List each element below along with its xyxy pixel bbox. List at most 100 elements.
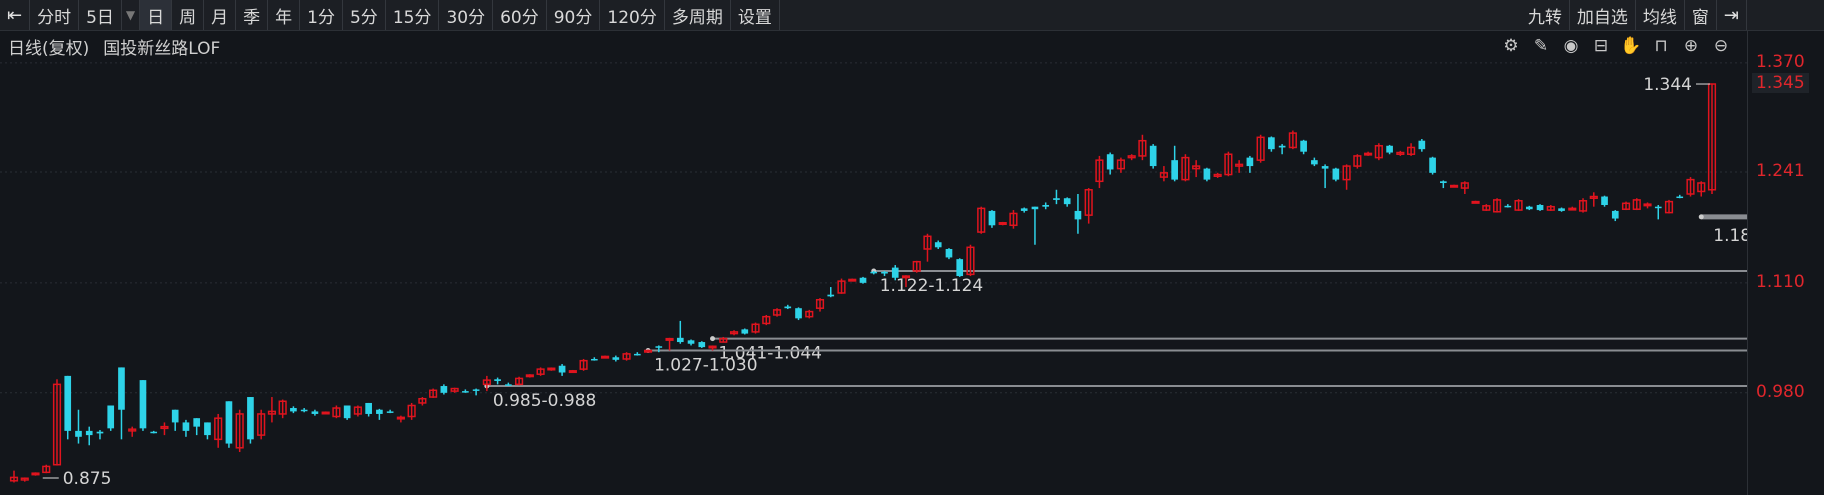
candle-up <box>1364 152 1373 156</box>
candle-down <box>1246 157 1254 167</box>
price-tick-label: 1.370 <box>1756 51 1805 72</box>
price-axis: 1.370 1.345 1.241 1.110 0.980 <box>1747 31 1824 495</box>
candle-down <box>225 401 233 444</box>
candle-down <box>290 408 297 412</box>
candle-up <box>1449 184 1459 188</box>
candle-down <box>247 397 254 440</box>
candle-down <box>343 405 351 419</box>
candle-up <box>708 345 717 349</box>
candle-up <box>31 472 40 476</box>
candle-down <box>655 346 663 348</box>
candle-down <box>945 248 953 258</box>
candle-up <box>998 222 1007 226</box>
candle-down <box>934 242 942 248</box>
candle-down <box>870 271 878 274</box>
candle-up <box>901 275 911 279</box>
level-label: 0.985-0.988 <box>493 391 596 411</box>
candle-up <box>396 416 405 420</box>
candle-down <box>633 353 641 356</box>
candle-down <box>859 277 867 283</box>
candle-down <box>956 259 964 277</box>
candle-down <box>440 386 448 393</box>
candle-down <box>1439 181 1447 183</box>
candle-down <box>1063 198 1071 205</box>
candle-down <box>1042 204 1050 207</box>
candle-down <box>891 267 899 278</box>
candle-down <box>1171 160 1178 180</box>
candle-down <box>118 367 125 410</box>
candle-down <box>1311 160 1318 165</box>
price-tick-label: 1.110 <box>1756 271 1805 292</box>
candle-down <box>494 379 501 381</box>
candle-down <box>472 389 480 391</box>
level-anchor-dot <box>1698 214 1704 220</box>
candle-up <box>1471 200 1480 204</box>
candle-up <box>321 411 330 415</box>
candle-down <box>1278 145 1286 148</box>
candle-down <box>1418 140 1426 150</box>
candle-down <box>676 337 684 343</box>
candle-down <box>1031 206 1039 210</box>
candle-down <box>311 411 319 414</box>
level-label: 1.027-1.030 <box>654 356 757 376</box>
level-label: 1.188- <box>1713 226 1747 246</box>
candle-down <box>1536 204 1544 211</box>
candle-down <box>1332 168 1340 180</box>
candle-down <box>505 384 512 386</box>
candle-down <box>1429 157 1436 173</box>
candle-down <box>204 422 211 436</box>
candle-down <box>182 422 190 431</box>
candle-down <box>1074 210 1082 220</box>
candle-up <box>600 355 610 359</box>
candle-down <box>1106 154 1114 170</box>
candle-down <box>107 405 115 429</box>
max-price-label: 1.344 <box>1643 75 1692 95</box>
candle-down <box>171 409 179 423</box>
candle-down <box>784 306 792 309</box>
candle-down <box>1601 196 1608 205</box>
candle-up <box>525 374 534 378</box>
candle-down <box>1321 166 1329 169</box>
candle-down <box>1203 168 1211 180</box>
candle-down <box>795 308 802 319</box>
candle-down <box>1300 140 1307 152</box>
candle-down <box>1053 198 1060 200</box>
candle-up <box>1643 203 1652 207</box>
candle-down <box>1525 206 1533 210</box>
candle-down <box>386 411 394 413</box>
candle-down <box>1654 206 1662 209</box>
candle-down <box>827 294 835 297</box>
candle-down <box>687 340 695 344</box>
candle-down <box>139 380 147 429</box>
candle-down <box>96 431 104 434</box>
candle-up <box>848 278 857 282</box>
candle-down <box>988 210 996 226</box>
candle-down <box>300 409 308 412</box>
candle-up <box>547 367 556 371</box>
candle-down <box>85 430 93 436</box>
candle-down <box>1611 210 1619 219</box>
candle-down <box>1020 208 1028 211</box>
candle-down <box>462 391 469 393</box>
candle-down <box>75 430 82 437</box>
candle-down <box>365 402 372 414</box>
min-price-label: 0.875 <box>63 469 112 489</box>
candle-down <box>558 365 566 373</box>
candlestick-chart[interactable]: 1.188-1.122-1.1241.041-1.0441.027-1.0300… <box>0 0 1747 495</box>
candle-down <box>590 358 598 361</box>
level-anchor-dot <box>710 336 716 342</box>
candle-down <box>698 342 706 348</box>
candle-down <box>150 431 158 434</box>
candle-down <box>1676 196 1684 199</box>
candle-down <box>1149 145 1157 167</box>
candle-down <box>1268 137 1275 150</box>
candle-down <box>193 418 201 427</box>
candle-down <box>376 409 383 414</box>
candle-down <box>881 271 888 274</box>
candle-up <box>665 337 674 341</box>
candle-up <box>1568 207 1577 211</box>
candle-down <box>1558 208 1565 211</box>
price-tick-label: 1.345 <box>1752 73 1809 94</box>
candle-down <box>64 375 72 431</box>
candle-down <box>1504 205 1512 208</box>
